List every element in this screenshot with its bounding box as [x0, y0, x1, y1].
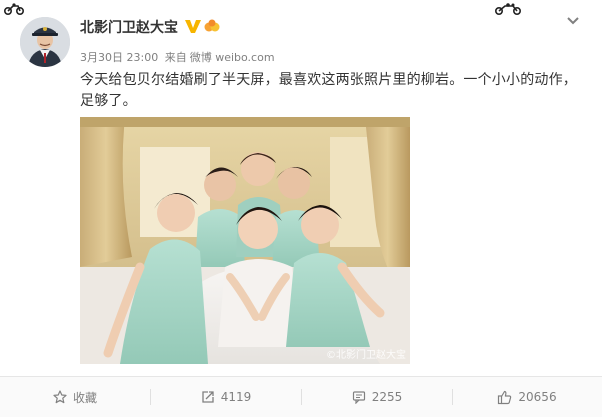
avatar-image: [20, 17, 70, 67]
post-photo[interactable]: ©北影门卫赵大宝: [80, 117, 410, 364]
favorite-label: 收藏: [72, 390, 97, 405]
comment-button[interactable]: 2255: [302, 377, 452, 417]
favorite-button[interactable]: 收藏: [0, 377, 150, 417]
share-button[interactable]: 4119: [151, 377, 301, 417]
motorbike-decoration-icon: [495, 3, 521, 15]
like-button[interactable]: 20656: [452, 377, 602, 417]
photo-watermark: ©北影门卫赵大宝: [326, 350, 406, 361]
motorbike-decoration-icon: [4, 3, 24, 15]
avatar[interactable]: [20, 17, 70, 67]
share-arrow-icon: [202, 391, 214, 403]
like-count: 20656: [518, 390, 557, 404]
level-badge-icon: [204, 19, 220, 32]
comment-count: 2255: [371, 390, 403, 404]
post-source[interactable]: 微博 weibo.com: [190, 51, 275, 64]
source-prefix: 来自: [164, 51, 187, 64]
v-verified-icon: [185, 20, 201, 33]
post-toolbar: 收藏 4119 2255 20656: [0, 376, 602, 417]
post-date[interactable]: 3月30日 23:00: [80, 51, 158, 64]
star-icon: [53, 390, 67, 404]
thumbs-up-icon: [498, 390, 512, 404]
chevron-down-icon[interactable]: [566, 16, 580, 26]
username[interactable]: 北影门卫赵大宝: [80, 17, 178, 37]
post-text: 今天给包贝尔结婚刷了半天屏，最喜欢这两张照片里的柳岩。一个小小的动作，足够了。: [80, 72, 577, 109]
post-meta: 3月30日 23:00 来自 微博 weibo.com: [80, 49, 278, 65]
weibo-post-card: 北影门卫赵大宝 3月30日 23:00 来自 微博 weibo.com 今天给包贝…: [0, 0, 602, 417]
wedding-photo-image: [80, 117, 410, 364]
comment-icon: [352, 391, 365, 404]
share-count: 4119: [220, 390, 252, 404]
